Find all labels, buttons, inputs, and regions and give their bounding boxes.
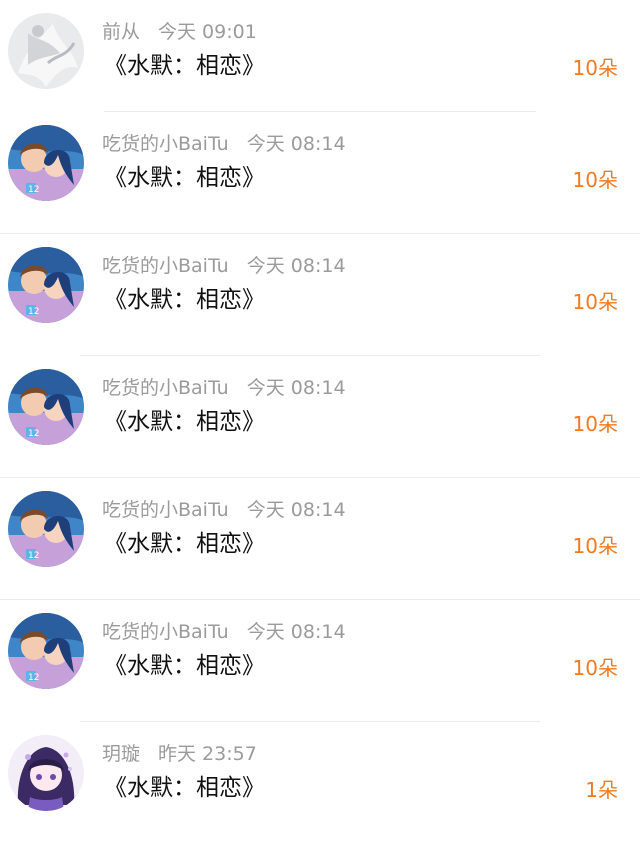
gift-title: 《水默：相恋》 (104, 653, 265, 679)
username[interactable]: 玥璇 (102, 743, 140, 765)
avatar[interactable]: 12 (8, 247, 84, 323)
gift-count: 10朵 (572, 290, 618, 314)
svg-text:12: 12 (28, 551, 39, 561)
anime-couple-avatar-image: 12 (8, 613, 84, 689)
username[interactable]: 吃货的小BaiTu (102, 499, 229, 521)
svg-text:12: 12 (28, 673, 39, 683)
username[interactable]: 吃货的小BaiTu (102, 255, 229, 277)
anime-couple-avatar-image: 12 (8, 491, 84, 567)
gift-title: 《水默：相恋》 (104, 287, 265, 313)
gift-count: 10朵 (572, 656, 618, 680)
svg-text:12: 12 (28, 307, 39, 317)
avatar[interactable]: 12 (8, 613, 84, 689)
timestamp: 今天 08:14 (246, 621, 346, 643)
svg-text:12: 12 (28, 185, 39, 195)
gift-title: 《水默：相恋》 (104, 409, 265, 435)
item-meta: 吃货的小BaiTu 今天 08:14 (102, 498, 346, 522)
avatar[interactable] (8, 13, 84, 89)
gift-count: 10朵 (572, 412, 618, 436)
white-flower-avatar-image (8, 13, 84, 89)
avatar[interactable]: 12 (8, 369, 84, 445)
item-meta: 玥璇 昨天 23:57 (102, 742, 257, 766)
list-item[interactable]: 12 吃货的小BaiTu 今天 08:14 《水默：相恋》 10朵 (0, 234, 640, 356)
username[interactable]: 吃货的小BaiTu (102, 133, 229, 155)
gift-title: 《水默：相恋》 (104, 53, 265, 79)
anime-couple-avatar-image: 12 (8, 369, 84, 445)
gift-count: 10朵 (572, 56, 618, 80)
timestamp: 今天 08:14 (246, 133, 346, 155)
list-item[interactable]: 12 吃货的小BaiTu 今天 08:14 《水默：相恋》 10朵 (0, 356, 640, 478)
timestamp: 昨天 23:57 (158, 743, 257, 765)
svg-text:12: 12 (28, 429, 39, 439)
list-item[interactable]: 12 吃货的小BaiTu 今天 08:14 《水默：相恋》 10朵 (0, 600, 640, 722)
username[interactable]: 吃货的小BaiTu (102, 621, 229, 643)
list-item[interactable]: 玥璇 昨天 23:57 《水默：相恋》 1朵 (0, 722, 640, 844)
list-item[interactable]: 12 吃货的小BaiTu 今天 08:14 《水默：相恋》 10朵 (0, 478, 640, 600)
gift-title: 《水默：相恋》 (104, 531, 265, 557)
item-meta: 吃货的小BaiTu 今天 08:14 (102, 620, 346, 644)
timestamp: 今天 08:14 (246, 255, 346, 277)
gift-count: 10朵 (572, 534, 618, 558)
list-item[interactable]: 前从 今天 09:01 《水默：相恋》 10朵 (0, 0, 640, 112)
purple-girl-avatar-image (8, 735, 84, 811)
item-meta: 吃货的小BaiTu 今天 08:14 (102, 254, 346, 278)
list-item[interactable]: 12 吃货的小BaiTu 今天 08:14 《水默：相恋》 10朵 (0, 112, 640, 234)
gift-title: 《水默：相恋》 (104, 165, 265, 191)
gift-count: 10朵 (572, 168, 618, 192)
avatar[interactable]: 12 (8, 491, 84, 567)
anime-couple-avatar-image: 12 (8, 125, 84, 201)
timestamp: 今天 08:14 (246, 499, 346, 521)
item-meta: 前从 今天 09:01 (102, 20, 257, 44)
avatar[interactable]: 12 (8, 125, 84, 201)
username[interactable]: 吃货的小BaiTu (102, 377, 229, 399)
timestamp: 今天 09:01 (158, 21, 257, 43)
avatar[interactable] (8, 735, 84, 811)
item-meta: 吃货的小BaiTu 今天 08:14 (102, 376, 346, 400)
username[interactable]: 前从 (102, 21, 140, 43)
gift-count: 1朵 (585, 778, 618, 802)
timestamp: 今天 08:14 (246, 377, 346, 399)
gift-list: 前从 今天 09:01 《水默：相恋》 10朵 12 吃货的小BaiTu 今天 08… (0, 0, 640, 844)
gift-title: 《水默：相恋》 (104, 775, 265, 801)
item-meta: 吃货的小BaiTu 今天 08:14 (102, 132, 346, 156)
anime-couple-avatar-image: 12 (8, 247, 84, 323)
